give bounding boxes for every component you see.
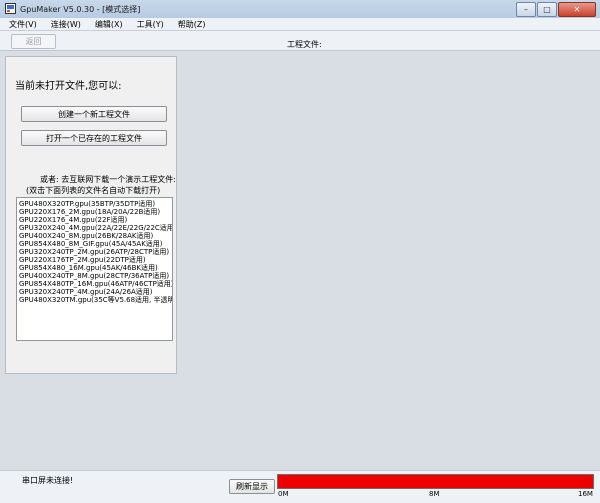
memory-usage-bar [277, 474, 594, 489]
list-item[interactable]: GPU220X176_4M.gpu(22F适用) [17, 216, 172, 224]
list-item[interactable]: GPU400X240TP_8M.gpu(28CTP/36ATP适用) [17, 272, 172, 280]
list-item[interactable]: GPU400X240_8M.gpu(26BK/28AK适用) [17, 232, 172, 240]
project-file-label: 工程文件: [287, 40, 322, 49]
serial-status-text: 串口屏未连接! [22, 476, 74, 485]
memory-usage-fill [278, 475, 593, 488]
maximize-button[interactable]: □ [537, 2, 557, 17]
download-hint-detail: (双击下面列表的文件名自动下载打开) [26, 186, 161, 195]
download-hint: 或者: 去互联网下载一个演示工程文件: [40, 175, 176, 184]
close-button[interactable]: ✕ [558, 2, 596, 17]
intro-text: 当前未打开文件,您可以: [15, 81, 122, 92]
app-icon [5, 3, 16, 14]
list-item[interactable]: GPU480X320TP.gpu(35BTP/35DTP适用) [17, 200, 172, 208]
menu-tools[interactable]: 工具(Y) [128, 19, 169, 30]
title-bar: GpuMaker V5.0.30 - [模式选择] – □ ✕ [0, 0, 600, 19]
minimize-button[interactable]: – [516, 2, 536, 17]
back-button[interactable]: 返回 [11, 34, 56, 49]
list-item[interactable]: GPU854X480_8M_GIF.gpu(45A/45AK适用) [17, 240, 172, 248]
menu-bar: 文件(V) 连接(W) 编辑(X) 工具(Y) 帮助(Z) [0, 18, 600, 31]
window-controls: – □ ✕ [515, 2, 596, 17]
list-item[interactable]: GPU220X176_2M.gpu(18A/20A/22B适用) [17, 208, 172, 216]
menu-connect[interactable]: 连接(W) [42, 19, 86, 30]
list-item[interactable]: GPU320X240TP_2M.gpu(26ATP/28CTP适用) [17, 248, 172, 256]
list-item[interactable]: GPU220X176TP_2M.gpu(22DTP适用) [17, 256, 172, 264]
new-project-button[interactable]: 创建一个新工程文件 [21, 106, 167, 122]
start-panel: 当前未打开文件,您可以: 创建一个新工程文件 打开一个已存在的工程文件 或者: … [5, 56, 177, 374]
list-item[interactable]: GPU854X480TP_16M.gpu(46ATP/46CTP适用) [17, 280, 172, 288]
toolbar: 返回 工程文件: [0, 31, 600, 51]
demo-file-list[interactable]: GPU480X320TP.gpu(35BTP/35DTP适用) GPU220X1… [16, 197, 173, 341]
scale-start-label: 0M [278, 490, 289, 498]
menu-help[interactable]: 帮助(Z) [169, 19, 211, 30]
scale-end-label: 16M [578, 490, 593, 498]
refresh-display-button[interactable]: 刷新显示 [229, 479, 275, 494]
list-item[interactable]: GPU320X240TP_4M.gpu(24A/26A适用) [17, 288, 172, 296]
list-item[interactable]: GPU854X480_16M.gpu(45AK/46BK适用) [17, 264, 172, 272]
scale-mid-label: 8M [429, 490, 440, 498]
status-bar: 串口屏未连接! 刷新显示 0M 8M 16M [0, 470, 600, 503]
window-title: GpuMaker V5.0.30 - [模式选择] [20, 5, 141, 14]
open-project-button[interactable]: 打开一个已存在的工程文件 [21, 130, 167, 146]
list-item[interactable]: GPU480X320TM.gpu(35C等V5.68适用, 半透明效果 [17, 296, 172, 304]
menu-file[interactable]: 文件(V) [0, 19, 42, 30]
menu-edit[interactable]: 编辑(X) [86, 19, 128, 30]
workspace-area [178, 52, 600, 470]
list-item[interactable]: GPU320X240_4M.gpu(22A/22E/22G/22C适用) [17, 224, 172, 232]
